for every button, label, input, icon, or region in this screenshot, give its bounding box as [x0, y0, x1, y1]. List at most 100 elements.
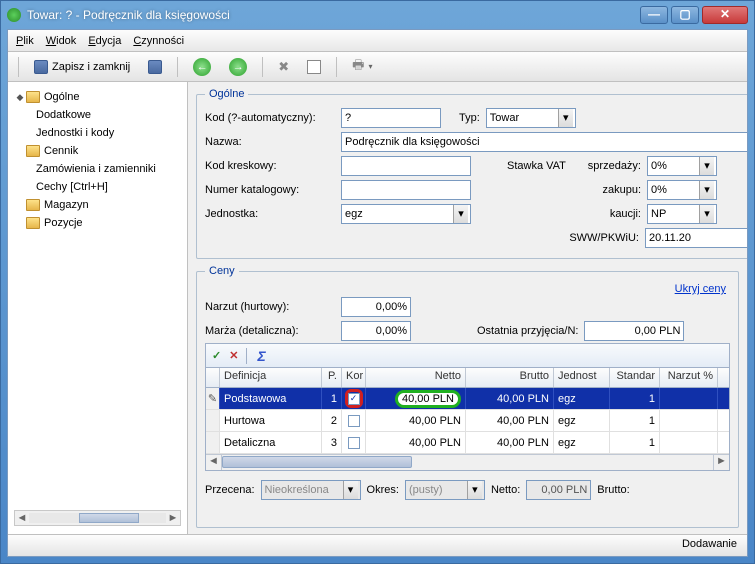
menu-widok[interactable]: Widok [46, 35, 77, 47]
vat-sprz-combo[interactable]: 0% [647, 156, 717, 176]
kor-checkbox[interactable] [348, 415, 360, 427]
minimize-button[interactable]: — [640, 6, 668, 24]
print-button[interactable]: 🖶▾ [345, 56, 379, 78]
content-panel: Ogólne Kod (?-automatyczny): Typ: Towar … [188, 82, 747, 534]
save-icon [34, 60, 48, 74]
typ-combo[interactable]: Towar [486, 108, 576, 128]
grid-hscroll[interactable]: ◄► [206, 454, 729, 470]
col-kor[interactable]: Kor [342, 368, 366, 387]
forward-button[interactable]: → [222, 56, 254, 78]
menu-edycja[interactable]: Edycja [88, 35, 121, 47]
sidebar-hscroll[interactable]: ◄► [14, 510, 181, 526]
ceny-legend: Ceny [205, 265, 239, 277]
col-netto[interactable]: Netto [366, 368, 466, 387]
katalog-label: Numer katalogowy: [205, 184, 335, 196]
back-button[interactable]: ← [186, 56, 218, 78]
ostatnia-input[interactable] [584, 321, 684, 341]
sheet-icon [307, 60, 321, 74]
narzut-label: Narzut (hurtowy): [205, 301, 335, 313]
sww-input[interactable] [645, 228, 747, 248]
highlight-kor [345, 389, 363, 408]
folder-icon [26, 199, 40, 211]
toolbar: Zapisz i zamknij ← → ✖ 🖶▾ [8, 52, 747, 82]
katalog-input[interactable] [341, 180, 471, 200]
tree-cennik[interactable]: Cennik [12, 142, 183, 160]
ceny-fieldset: Ceny Ukryj ceny Narzut (hurtowy): Marża … [196, 265, 739, 528]
okres-combo: (pusty) [405, 480, 485, 500]
vat-zak-label: zakupu: [583, 184, 641, 196]
price-grid[interactable]: Definicja P. Kor Netto Brutto Jednost St… [205, 367, 730, 471]
jednostka-combo[interactable]: egz [341, 204, 471, 224]
tree-dodatkowe[interactable]: Dodatkowe [12, 106, 183, 124]
menu-czynnosci[interactable]: Czynności [133, 35, 184, 47]
close-button[interactable]: ✕ [702, 6, 748, 24]
marza-input[interactable] [341, 321, 411, 341]
folder-icon [26, 217, 40, 229]
ostatnia-label: Ostatnia przyjęcia/N: [477, 325, 578, 337]
nazwa-input[interactable] [341, 132, 747, 152]
separator [336, 57, 337, 77]
folder-icon [26, 145, 40, 157]
tree-pozycje[interactable]: Pozycje [12, 214, 183, 232]
tree-cechy[interactable]: Cechy [Ctrl+H] [12, 178, 183, 196]
app-icon [7, 8, 21, 22]
nav-tree[interactable]: ◆Ogólne Dodatkowe Jednostki i kody Cenni… [12, 88, 183, 506]
save-close-label: Zapisz i zamknij [52, 61, 130, 73]
kaucji-combo[interactable]: NP [647, 204, 717, 224]
przecena-label: Przecena: [205, 484, 255, 496]
narzut-input[interactable] [341, 297, 411, 317]
jednostka-label: Jednostka: [205, 208, 335, 220]
separator [262, 57, 263, 77]
maximize-button[interactable]: ▢ [671, 6, 699, 24]
netto-label: Netto: [491, 484, 520, 496]
tree-magazyn[interactable]: Magazyn [12, 196, 183, 214]
grid-sum-button[interactable]: Σ [246, 348, 265, 364]
status-bar: Dodawanie [8, 534, 747, 556]
typ-label: Typ: [459, 112, 480, 124]
kor-checkbox[interactable] [348, 437, 360, 449]
tree-jednostki[interactable]: Jednostki i kody [12, 124, 183, 142]
kaucji-label: kaucji: [583, 208, 641, 220]
tree-ogolne[interactable]: ◆Ogólne [12, 88, 183, 106]
tools-button[interactable]: ✖ [271, 56, 296, 78]
col-standar[interactable]: Standar [610, 368, 660, 387]
grid-confirm-button[interactable]: ✓ [212, 349, 221, 362]
col-brutto[interactable]: Brutto [466, 368, 554, 387]
ukryj-ceny-link[interactable]: Ukryj ceny [675, 283, 726, 295]
menu-bar: Plik Widok Edycja Czynności [8, 30, 747, 52]
kreskowy-label: Kod kreskowy: [205, 160, 335, 172]
grid-row[interactable]: Detaliczna 3 40,00 PLN 40,00 PLN egz 1 [206, 432, 729, 454]
menu-plik[interactable]: Plik [16, 35, 34, 47]
col-pz[interactable]: P. [322, 368, 342, 387]
grid-delete-button[interactable]: ✕ [229, 349, 238, 362]
grid-row[interactable]: ✎ Podstawowa 1 40,00 PLN 40,00 PLN egz 1 [206, 388, 729, 410]
col-narzut[interactable]: Narzut % [660, 368, 718, 387]
window-title: Towar: ? - Podręcznik dla księgowości [27, 8, 640, 22]
marza-label: Marża (detaliczna): [205, 325, 335, 337]
disk-icon [148, 60, 162, 74]
app-window: Towar: ? - Podręcznik dla księgowości — … [0, 0, 755, 564]
ogolne-legend: Ogólne [205, 88, 248, 100]
col-definicja[interactable]: Definicja [220, 368, 322, 387]
kreskowy-input[interactable] [341, 156, 471, 176]
refresh-button[interactable] [300, 56, 328, 78]
grid-row[interactable]: Hurtowa 2 40,00 PLN 40,00 PLN egz 1 [206, 410, 729, 432]
nav-sidebar: ◆Ogólne Dodatkowe Jednostki i kody Cenni… [8, 82, 188, 534]
kor-checkbox[interactable] [348, 393, 360, 405]
save-button[interactable] [141, 56, 169, 78]
separator [18, 57, 19, 77]
kod-input[interactable] [341, 108, 441, 128]
sww-label: SWW/PKWiU: [507, 232, 639, 244]
vat-zak-combo[interactable]: 0% [647, 180, 717, 200]
highlight-netto: 40,00 PLN [395, 390, 461, 408]
col-jednostka[interactable]: Jednost [554, 368, 610, 387]
vat-label: Stawka VAT [507, 160, 577, 172]
titlebar[interactable]: Towar: ? - Podręcznik dla księgowości — … [1, 1, 754, 29]
brutto-label: Brutto: [597, 484, 629, 496]
row-indicator-icon: ✎ [206, 388, 220, 409]
separator [177, 57, 178, 77]
save-close-button[interactable]: Zapisz i zamknij [27, 56, 137, 78]
tree-zamowienia[interactable]: Zamówienia i zamienniki [12, 160, 183, 178]
folder-icon [26, 91, 40, 103]
netto-input [526, 480, 591, 500]
